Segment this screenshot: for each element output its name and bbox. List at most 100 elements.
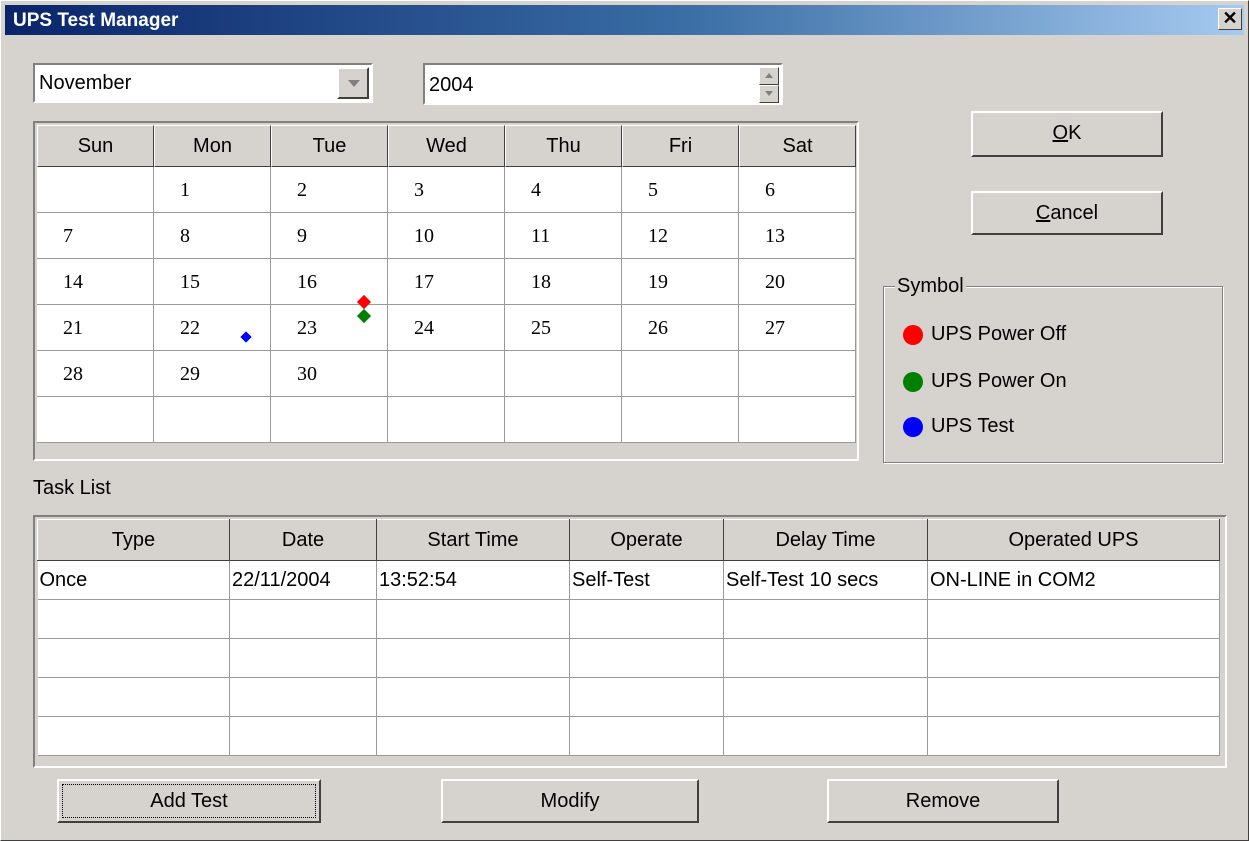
calendar-day-18[interactable]: 18 [505, 259, 622, 305]
calendar-day-30[interactable]: 30 [271, 351, 388, 397]
column-header-type[interactable]: Type [37, 519, 230, 561]
table-row[interactable] [37, 638, 1220, 678]
calendar-week-row [37, 397, 857, 443]
table-cell [376, 599, 570, 639]
table-row[interactable]: Once 22/11/2004 13:52:54 Self-Test Self-Test… [37, 560, 1220, 600]
calendar-day-22[interactable]: 22 [154, 305, 271, 351]
calendar-header: Sun Mon Tue Wed Thu Fri Sat [37, 125, 857, 167]
table-cell [376, 716, 570, 756]
day-number: 12 [648, 225, 668, 247]
calendar-day-12[interactable]: 12 [622, 213, 739, 259]
cancel-button[interactable]: Cancel [971, 191, 1163, 235]
table-row[interactable] [37, 599, 1220, 639]
table-cell [723, 716, 928, 756]
legend-power-off: UPS Power Off [903, 323, 1066, 346]
window-title: UPS Test Manager [13, 10, 179, 31]
calendar-day-1[interactable]: 1 [154, 167, 271, 213]
calendar-day-19[interactable]: 19 [622, 259, 739, 305]
calendar-day-3[interactable]: 3 [388, 167, 505, 213]
column-header-operated-ups[interactable]: Operated UPS [927, 519, 1220, 561]
day-number: 26 [648, 317, 668, 339]
calendar-day-6[interactable]: 6 [739, 167, 856, 213]
calendar-day-24[interactable]: 24 [388, 305, 505, 351]
year-spinner[interactable]: 2004 [423, 63, 783, 105]
day-header-wed: Wed [388, 125, 505, 167]
day-number: 8 [180, 225, 190, 247]
table-cell: 13:52:54 [376, 560, 570, 600]
day-number: 17 [414, 271, 434, 293]
calendar-empty-cell [739, 397, 856, 443]
green-dot-icon [903, 371, 923, 392]
column-header-start-time[interactable]: Start Time [376, 519, 570, 561]
calendar-day-15[interactable]: 15 [154, 259, 271, 305]
day-number: 30 [297, 363, 317, 385]
calendar-empty-cell [739, 351, 856, 397]
calendar-day-21[interactable]: 21 [37, 305, 154, 351]
column-header-delay-time[interactable]: Delay Time [723, 519, 928, 561]
symbol-legend-title: Symbol [895, 275, 966, 298]
dropdown-arrow-icon[interactable] [337, 67, 369, 99]
table-row[interactable] [37, 716, 1220, 756]
calendar-day-8[interactable]: 8 [154, 213, 271, 259]
calendar-week-row: 14 15 16 17 18 19 20 [37, 259, 857, 305]
calendar-day-23[interactable]: 23 [271, 294, 388, 351]
calendar-day-10[interactable]: 10 [388, 213, 505, 259]
ups-test-manager-window: UPS Test Manager ✕ November 2004 Sun Mon T… [0, 0, 1249, 841]
calendar-empty-cell [505, 397, 622, 443]
calendar-empty-cell [388, 397, 505, 443]
table-cell [569, 716, 724, 756]
table-cell [927, 638, 1220, 678]
calendar-day-28[interactable]: 28 [37, 351, 154, 397]
table-cell [927, 677, 1220, 717]
day-number: 6 [765, 179, 775, 201]
remove-button[interactable]: Remove [827, 779, 1059, 823]
table-cell [723, 638, 928, 678]
calendar-day-27[interactable]: 27 [739, 305, 856, 351]
calendar-day-2[interactable]: 2 [271, 167, 388, 213]
calendar-day-13[interactable]: 13 [739, 213, 856, 259]
calendar-day-7[interactable]: 7 [37, 213, 154, 259]
ok-label: OK [1052, 122, 1082, 144]
calendar-day-14[interactable]: 14 [37, 259, 154, 305]
day-number: 29 [180, 363, 200, 385]
calendar-day-16[interactable]: 16 [271, 259, 388, 305]
table-row[interactable] [37, 677, 1220, 717]
day-number: 18 [531, 271, 551, 293]
title-bar[interactable]: UPS Test Manager ✕ [5, 5, 1244, 35]
ok-button[interactable]: OK [971, 111, 1163, 157]
calendar-day-4[interactable]: 4 [505, 167, 622, 213]
day-number: 4 [531, 179, 541, 201]
column-header-date[interactable]: Date [229, 519, 377, 561]
day-header-sat: Sat [739, 125, 856, 167]
column-header-operate[interactable]: Operate [569, 519, 724, 561]
day-number: 23 [297, 317, 317, 339]
task-list-label: Task List [33, 477, 111, 499]
add-test-button[interactable]: Add Test [57, 779, 321, 823]
day-number: 20 [765, 271, 785, 293]
day-number: 28 [63, 363, 83, 385]
calendar-day-26[interactable]: 26 [622, 305, 739, 351]
calendar-day-11[interactable]: 11 [505, 213, 622, 259]
day-number: 1 [180, 179, 190, 201]
modify-button[interactable]: Modify [441, 779, 699, 823]
close-button[interactable]: ✕ [1218, 8, 1242, 30]
day-header-mon: Mon [154, 125, 271, 167]
spin-up-arrow-icon[interactable] [759, 67, 779, 85]
day-number: 15 [180, 271, 200, 293]
calendar-day-17[interactable]: 17 [388, 259, 505, 305]
calendar-day-9[interactable]: 9 [271, 213, 388, 259]
calendar-day-5[interactable]: 5 [622, 167, 739, 213]
table-cell: 22/11/2004 [229, 560, 377, 600]
day-number: 19 [648, 271, 668, 293]
calendar-day-29[interactable]: 29 [154, 351, 271, 397]
table-cell [723, 677, 928, 717]
month-dropdown[interactable]: November [33, 63, 373, 103]
calendar-empty-cell [37, 167, 154, 213]
day-number: 13 [765, 225, 785, 247]
calendar-day-20[interactable]: 20 [739, 259, 856, 305]
calendar-empty-cell [622, 397, 739, 443]
calendar-day-25[interactable]: 25 [505, 305, 622, 351]
spin-down-arrow-icon[interactable] [759, 85, 779, 103]
table-cell: ON-LINE in COM2 [927, 560, 1220, 600]
table-cell [229, 677, 377, 717]
